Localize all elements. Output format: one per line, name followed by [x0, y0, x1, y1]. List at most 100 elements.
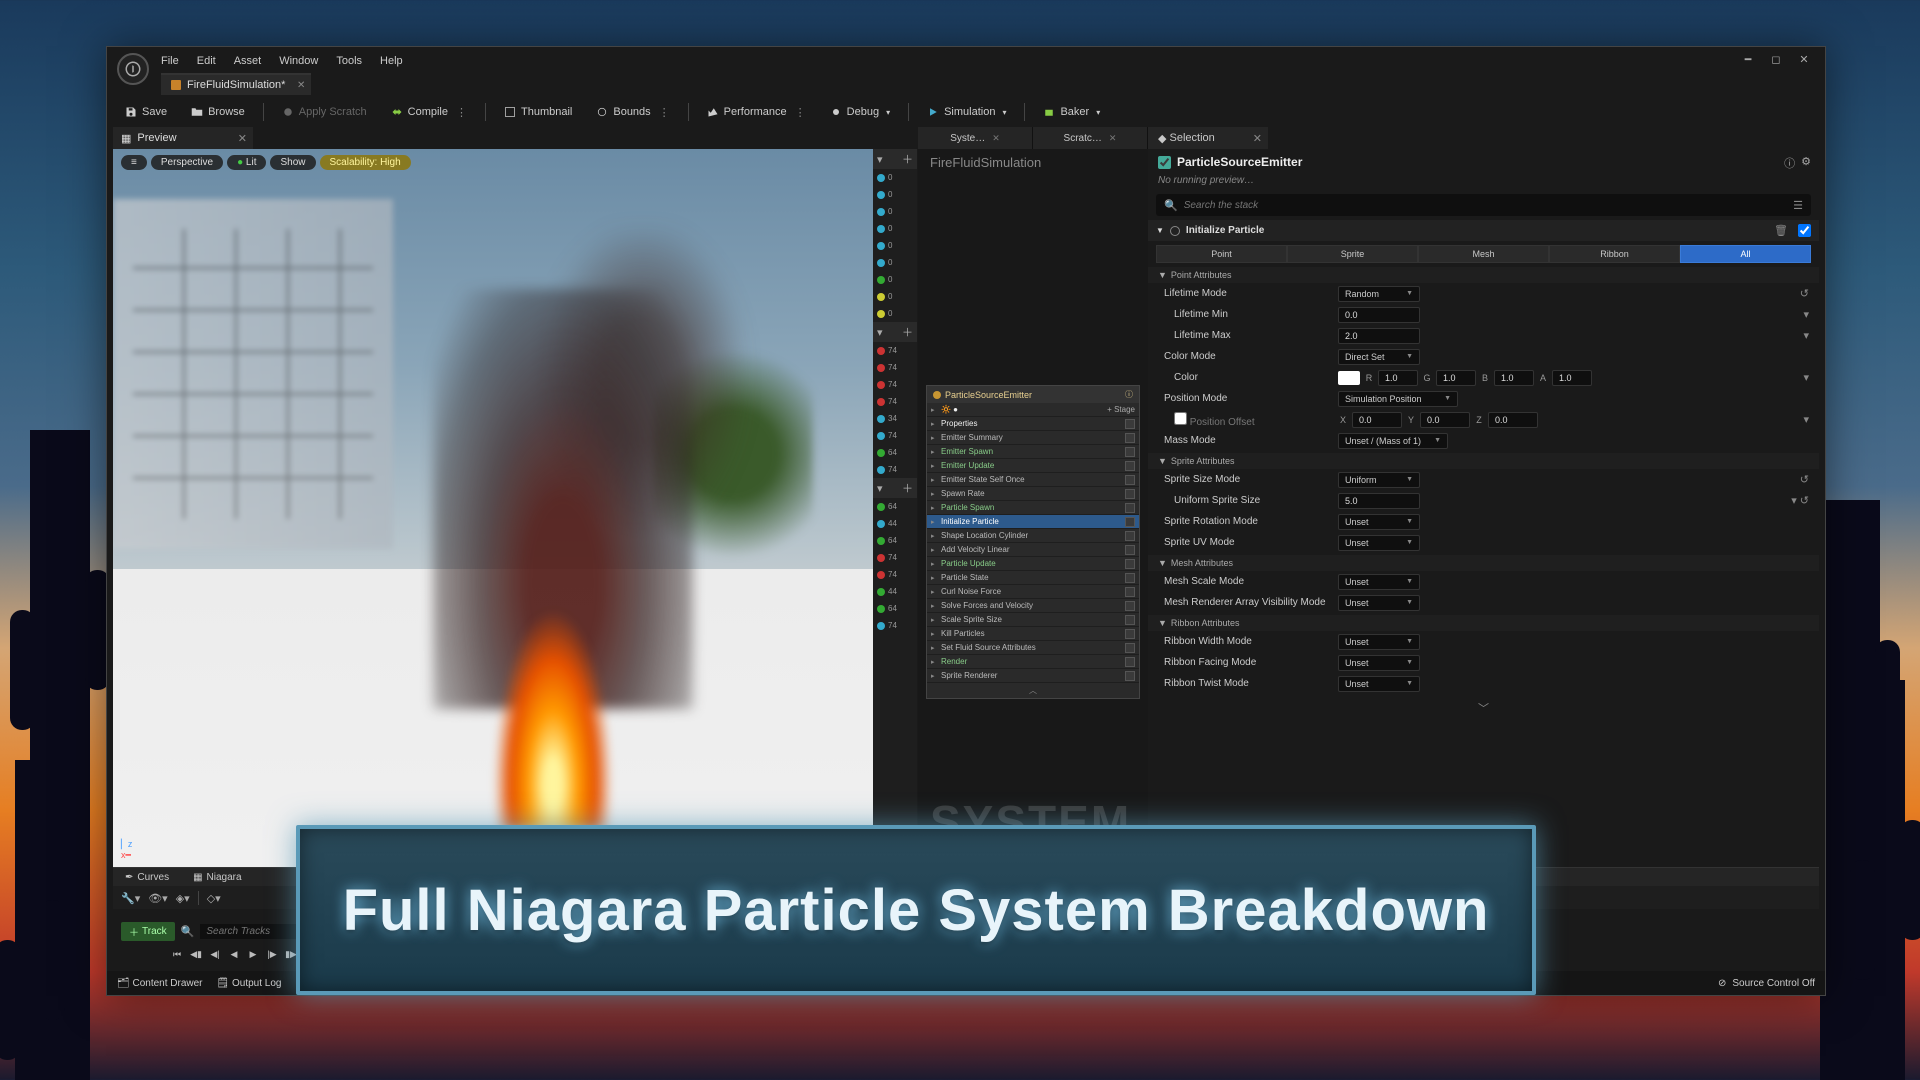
frame-back[interactable]: ◀|	[207, 947, 223, 961]
frame-fwd[interactable]: |▶	[264, 947, 280, 961]
ribbon-attributes-header[interactable]: ▼Ribbon Attributes	[1148, 615, 1819, 631]
emitter-module-row[interactable]: Properties	[927, 417, 1139, 431]
apply-scratch-button[interactable]: Apply Scratch	[274, 103, 375, 121]
output-log-button[interactable]: 🗒 Output Log	[217, 978, 282, 989]
emitter-info-icon[interactable]: ⓘ	[1125, 389, 1133, 400]
strip-row[interactable]: 0	[873, 237, 917, 254]
filter-icon[interactable]: ☰	[1793, 199, 1803, 212]
emitter-header[interactable]: ParticleSourceEmitter ⓘ	[927, 386, 1139, 403]
strip-row[interactable]: 64	[873, 532, 917, 549]
emitter-module-row[interactable]: Spawn Rate	[927, 487, 1139, 501]
strip-row[interactable]: 64	[873, 444, 917, 461]
pos-z-input[interactable]: 0.0	[1488, 412, 1538, 428]
stack-search[interactable]: 🔍 ☰	[1156, 194, 1811, 216]
tab-system[interactable]: Syste…✕	[918, 127, 1033, 149]
emitter-module-row[interactable]: Render	[927, 655, 1139, 669]
sprite-uv-dropdown[interactable]: Unset▼	[1338, 535, 1420, 551]
menu-tools[interactable]: Tools	[336, 55, 362, 67]
strip-row[interactable]: 0	[873, 254, 917, 271]
menu-window[interactable]: Window	[279, 55, 318, 67]
info-icon[interactable]: ⓘ	[1784, 155, 1795, 171]
color-r-input[interactable]: 1.0	[1378, 370, 1418, 386]
strip-row[interactable]: 34	[873, 410, 917, 427]
strip-section-header[interactable]: ▾＋	[873, 478, 917, 498]
tool-4[interactable]: ◇▾	[207, 892, 221, 905]
content-drawer-button[interactable]: 🗂 Content Drawer	[117, 978, 203, 989]
color-mode-dropdown[interactable]: Direct Set▼	[1338, 349, 1420, 365]
strip-row[interactable]: 74	[873, 617, 917, 634]
sprite-rotation-dropdown[interactable]: Unset▼	[1338, 514, 1420, 530]
emitter-module-row[interactable]: Particle State	[927, 571, 1139, 585]
color-b-input[interactable]: 1.0	[1494, 370, 1534, 386]
tab-close-icon[interactable]: ✕	[297, 80, 305, 91]
strip-row[interactable]: 0	[873, 288, 917, 305]
save-button[interactable]: Save	[117, 103, 175, 121]
sprite-size-mode-dropdown[interactable]: Uniform▼	[1338, 472, 1420, 488]
gear-icon[interactable]: ⚙	[1801, 155, 1811, 171]
strip-row[interactable]: 74	[873, 342, 917, 359]
add-stage-button[interactable]: + Stage	[1107, 405, 1135, 414]
emitter-expand[interactable]: ︿	[927, 683, 1139, 698]
mesh-array-dropdown[interactable]: Unset▼	[1338, 595, 1420, 611]
strip-row[interactable]: 74	[873, 427, 917, 444]
expand-more[interactable]: ﹀	[1148, 694, 1819, 722]
color-g-input[interactable]: 1.0	[1436, 370, 1476, 386]
ribbon-facing-dropdown[interactable]: Unset▼	[1338, 655, 1420, 671]
strip-row[interactable]: 44	[873, 583, 917, 600]
simulation-button[interactable]: Simulation▾	[919, 103, 1014, 121]
show-dropdown[interactable]: Show	[270, 155, 315, 170]
ribbon-width-dropdown[interactable]: Unset▼	[1338, 634, 1420, 650]
initialize-particle-header[interactable]: ▼ Initialize Particle 🗑	[1148, 220, 1819, 241]
emitter-module-row[interactable]: Emitter Spawn	[927, 445, 1139, 459]
baker-button[interactable]: Baker▾	[1035, 103, 1108, 121]
position-mode-dropdown[interactable]: Simulation Position▼	[1338, 391, 1458, 407]
preview-tab-close[interactable]: ✕	[238, 132, 247, 145]
strip-row[interactable]: 44	[873, 515, 917, 532]
emitter-node[interactable]: ParticleSourceEmitter ⓘ 🔆 ●+ Stage Prope…	[926, 385, 1140, 699]
color-a-input[interactable]: 1.0	[1552, 370, 1592, 386]
strip-row[interactable]: 0	[873, 169, 917, 186]
compile-button[interactable]: Compile⋮	[383, 103, 475, 122]
niagara-tab[interactable]: ▦ Niagara	[181, 868, 253, 886]
menu-edit[interactable]: Edit	[197, 55, 216, 67]
delete-icon[interactable]: 🗑	[1774, 224, 1788, 237]
mass-mode-dropdown[interactable]: Unset / (Mass of 1)▼	[1338, 433, 1448, 449]
menu-help[interactable]: Help	[380, 55, 403, 67]
strip-row[interactable]: 74	[873, 549, 917, 566]
emitter-module-row[interactable]: Initialize Particle	[927, 515, 1139, 529]
lifetime-max-input[interactable]: 2.0	[1338, 328, 1420, 344]
pos-y-input[interactable]: 0.0	[1420, 412, 1470, 428]
emitter-module-row[interactable]: Kill Particles	[927, 627, 1139, 641]
thumbnail-button[interactable]: Thumbnail	[496, 103, 580, 121]
tool-2[interactable]: 👁▾	[148, 892, 168, 905]
minimize-button[interactable]: ━	[1735, 50, 1761, 68]
tool-3[interactable]: ◈▾	[176, 892, 190, 905]
type-ribbon[interactable]: Ribbon	[1549, 245, 1680, 263]
document-tab[interactable]: FireFluidSimulation* ✕	[161, 73, 311, 95]
mesh-scale-dropdown[interactable]: Unset▼	[1338, 574, 1420, 590]
tool-1[interactable]: 🔧▾	[121, 892, 140, 905]
bounds-button[interactable]: Bounds⋮	[588, 103, 677, 122]
type-mesh[interactable]: Mesh	[1418, 245, 1549, 263]
strip-row[interactable]: 74	[873, 393, 917, 410]
mesh-attributes-header[interactable]: ▼Mesh Attributes	[1148, 555, 1819, 571]
emitter-module-row[interactable]: Shape Location Cylinder	[927, 529, 1139, 543]
curves-tab[interactable]: ✒ Curves	[113, 868, 181, 886]
lit-dropdown[interactable]: ● Lit	[227, 155, 266, 170]
add-track-button[interactable]: ＋Track	[121, 922, 175, 941]
play-forward[interactable]: ▶	[245, 947, 261, 961]
viewport[interactable]: ≡ Perspective ● Lit Show Scalability: Hi…	[113, 149, 873, 869]
emitter-module-row[interactable]: Emitter Update	[927, 459, 1139, 473]
lifetime-mode-dropdown[interactable]: Random▼	[1338, 286, 1420, 302]
browse-button[interactable]: Browse	[183, 103, 253, 121]
strip-header-1[interactable]: ▾＋	[873, 149, 917, 169]
tab-scratch[interactable]: Scratc…✕	[1033, 127, 1148, 149]
scalability-pill[interactable]: Scalability: High	[320, 155, 411, 170]
strip-row[interactable]: 0	[873, 203, 917, 220]
selection-tab[interactable]: ◆ Selection✕	[1148, 127, 1268, 149]
strip-row[interactable]: 74	[873, 359, 917, 376]
maximize-button[interactable]: ◻	[1763, 50, 1789, 68]
uniform-sprite-input[interactable]: 5.0	[1338, 493, 1420, 509]
strip-row[interactable]: 74	[873, 566, 917, 583]
emitter-module-row[interactable]: Solve Forces and Velocity	[927, 599, 1139, 613]
